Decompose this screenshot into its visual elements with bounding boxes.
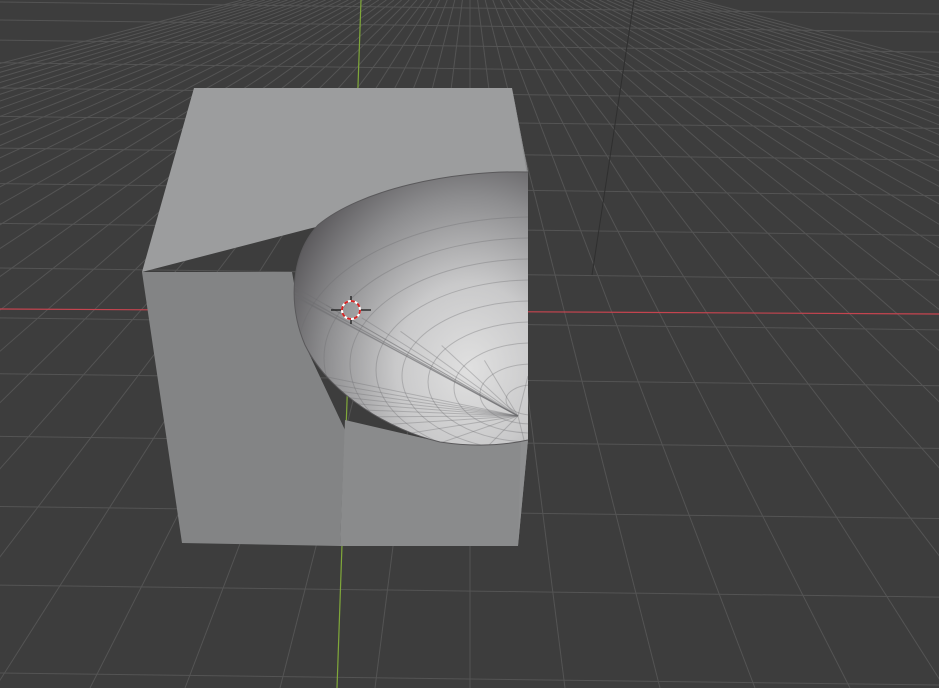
- 3d-viewport[interactable]: [0, 0, 939, 688]
- viewport-canvas[interactable]: [0, 0, 939, 688]
